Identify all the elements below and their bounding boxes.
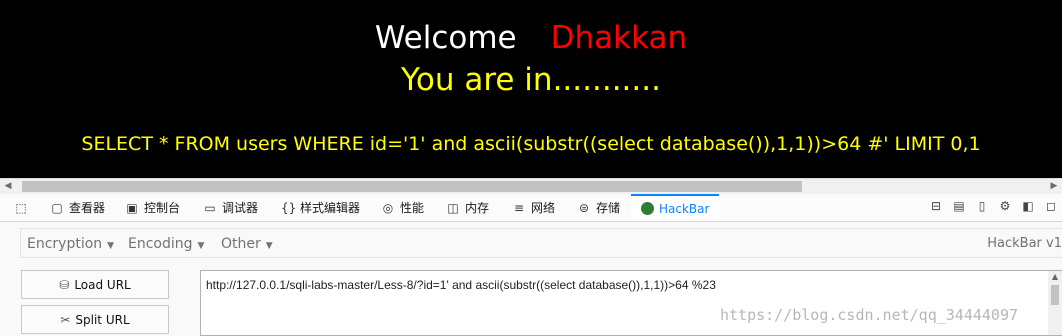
sql-query-text: SELECT * FROM users WHERE id='1' and asc… [81,133,981,155]
username-text: Dhakkan [550,20,688,56]
scroll-up-icon[interactable]: ▲ [1048,271,1062,283]
textarea-scrollbar[interactable]: ▲ [1048,271,1062,335]
split-url-button[interactable]: ✂ Split URL [21,305,169,334]
tab-performance[interactable]: ◎ 性能 [381,194,424,221]
welcome-line: Welcome Dhakkan [0,18,1062,58]
button-label: Split URL [75,312,130,327]
menu-label: Encoding [128,236,193,252]
toolbar-right-controls: ⊟ ▤ ▯ ⚙ ◧ ◻ [929,199,1058,213]
tab-style-editor[interactable]: {} 样式编辑器 [281,194,360,221]
menu-label: Other [221,236,261,252]
scrollbar-thumb[interactable] [1051,285,1059,305]
dock-icon[interactable]: ▤ [952,199,966,213]
tab-memory[interactable]: ◫ 内存 [446,194,489,221]
url-text[interactable]: http://127.0.0.1/sqli-labs-master/Less-8… [206,278,716,292]
scroll-right-icon[interactable]: ▶ [1046,179,1062,194]
tab-storage[interactable]: ⊜ 存储 [577,194,620,221]
menu-other[interactable]: Other ▼ [221,236,273,252]
scissors-icon: ✂ [60,312,71,327]
page-content: Welcome Dhakkan You are in........... SEL… [0,0,1062,178]
element-picker-button[interactable]: ⬚ [14,194,33,221]
hackbar-icon [641,202,654,215]
tab-label: 性能 [400,201,425,215]
tab-label: 样式编辑器 [300,201,361,215]
debugger-icon: ▭ [204,200,216,215]
chevron-down-icon: ▼ [107,241,115,251]
tab-label: 网络 [531,201,556,215]
sidebar-toggle-icon[interactable]: ◧ [1021,199,1035,213]
url-textarea[interactable]: http://127.0.0.1/sqli-labs-master/Less-8… [200,270,1062,336]
menu-encryption[interactable]: Encryption ▼ [27,236,114,252]
welcome-text: Welcome [374,20,517,56]
menu-label: Encryption [27,236,103,252]
horizontal-scrollbar[interactable]: ◀ ▶ [0,178,1062,194]
watermark: https://blog.csdn.net/qq_34444097 [720,306,1019,324]
chevron-down-icon: ▼ [265,241,273,251]
tab-hackbar[interactable]: HackBar [631,194,720,221]
load-icon: ⛁ [59,277,70,292]
tab-network[interactable]: ≡ 网络 [512,194,555,221]
settings-gear-icon[interactable]: ⚙ [998,199,1012,213]
memory-icon: ◫ [447,200,459,215]
tab-inspector[interactable]: ▢ 查看器 [50,194,105,221]
status-message: You are in........... [401,62,661,98]
hackbar-menu-bar: Encryption ▼ Encoding ▼ Other ▼ HackBar v1 [0,222,1062,262]
button-label: Load URL [74,277,131,292]
devtools-toolbar: ⬚ ▢ 查看器 ▣ 控制台 ▭ 调试器 {} 样式编辑器 ◎ 性能 ◫ 内存 ≡ 网络 ⊜ 存储… [0,194,1062,222]
tab-debugger[interactable]: ▭ 调试器 [203,194,258,221]
console-icon: ▣ [126,200,138,215]
tab-label: 存储 [596,201,621,215]
element-picker-icon: ⬚ [15,200,27,215]
network-icon: ≡ [513,200,525,215]
tab-label: 控制台 [144,201,181,215]
storage-icon: ⊜ [578,200,590,215]
tab-console[interactable]: ▣ 控制台 [125,194,180,221]
tab-label: 查看器 [69,201,106,215]
load-url-button[interactable]: ⛁ Load URL [21,270,169,299]
tab-label: HackBar [659,201,710,216]
scrollbar-thumb[interactable] [22,181,802,192]
window-icon[interactable]: ◻ [1044,199,1058,213]
style-editor-icon: {} [281,200,297,215]
responsive-icon[interactable]: ▯ [975,199,989,213]
tab-label: 调试器 [222,201,259,215]
performance-icon: ◎ [382,200,394,215]
hackbar-panel: ⛁ Load URL ✂ Split URL http://127.0.0.1/sq… [0,262,1062,336]
menu-encoding[interactable]: Encoding ▼ [128,236,204,252]
scroll-left-icon[interactable]: ◀ [0,179,16,194]
hackbar-version-label: HackBar v1 [987,236,1062,251]
inspector-icon: ▢ [51,200,63,215]
chevron-down-icon: ▼ [197,241,205,251]
layout-split-icon[interactable]: ⊟ [929,199,943,213]
tab-label: 内存 [465,201,490,215]
